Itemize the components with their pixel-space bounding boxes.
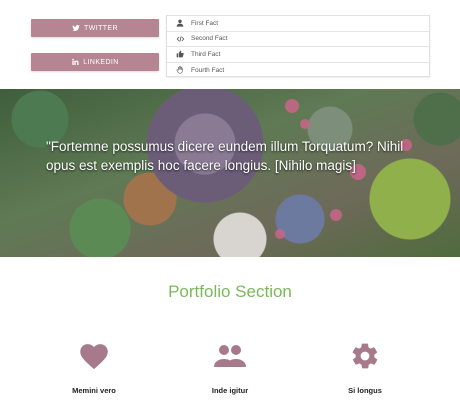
flower-decoration: [330, 209, 342, 221]
facts-list: First Fact Second Fact Third Fact Fourth…: [166, 15, 430, 77]
portfolio-item-label: Si longus: [348, 386, 382, 395]
hero-quote: "Fortemne possumus dicere eundem illum T…: [46, 139, 404, 173]
portfolio-item-label: Inde igitur: [211, 386, 249, 395]
list-item[interactable]: Fourth Fact: [167, 63, 429, 79]
portfolio-item-label: Memini vero: [72, 386, 116, 395]
flower-decoration: [275, 229, 285, 239]
linkedin-label: LINKEDIN: [83, 58, 119, 66]
fact-label: Fourth Fact: [191, 66, 225, 74]
twitter-label: TWITTER: [84, 24, 118, 32]
group-icon: [180, 338, 280, 374]
flower-decoration: [285, 99, 299, 113]
linkedin-button[interactable]: LINKEDIN: [31, 53, 159, 71]
fact-label: First Fact: [191, 19, 219, 27]
code-icon: [175, 35, 185, 43]
hero-banner: "Fortemne possumus dicere eundem illum T…: [0, 89, 460, 257]
portfolio-item[interactable]: Si longus: [315, 338, 415, 395]
heart-icon: [44, 338, 144, 374]
top-section: TWITTER LINKEDIN First Fact Second Fact …: [0, 0, 460, 89]
portfolio-item[interactable]: Inde igitur: [180, 338, 280, 395]
portfolio-item[interactable]: Memini vero: [44, 338, 144, 395]
list-item[interactable]: Second Fact: [167, 32, 429, 47]
list-item[interactable]: First Fact: [167, 16, 429, 32]
twitter-button[interactable]: TWITTER: [31, 19, 159, 37]
gear-icon: [315, 338, 415, 374]
linkedin-icon: [72, 58, 79, 65]
flower-decoration: [300, 119, 310, 129]
list-item[interactable]: Third Fact: [167, 47, 429, 63]
user-icon: [175, 19, 185, 27]
fact-label: Third Fact: [191, 50, 221, 58]
thumbs-up-icon: [175, 50, 185, 58]
portfolio-title: Portfolio Section: [168, 282, 292, 301]
twitter-icon: [72, 24, 80, 31]
hand-icon: [175, 66, 185, 74]
fact-label: Second Fact: [191, 35, 228, 43]
